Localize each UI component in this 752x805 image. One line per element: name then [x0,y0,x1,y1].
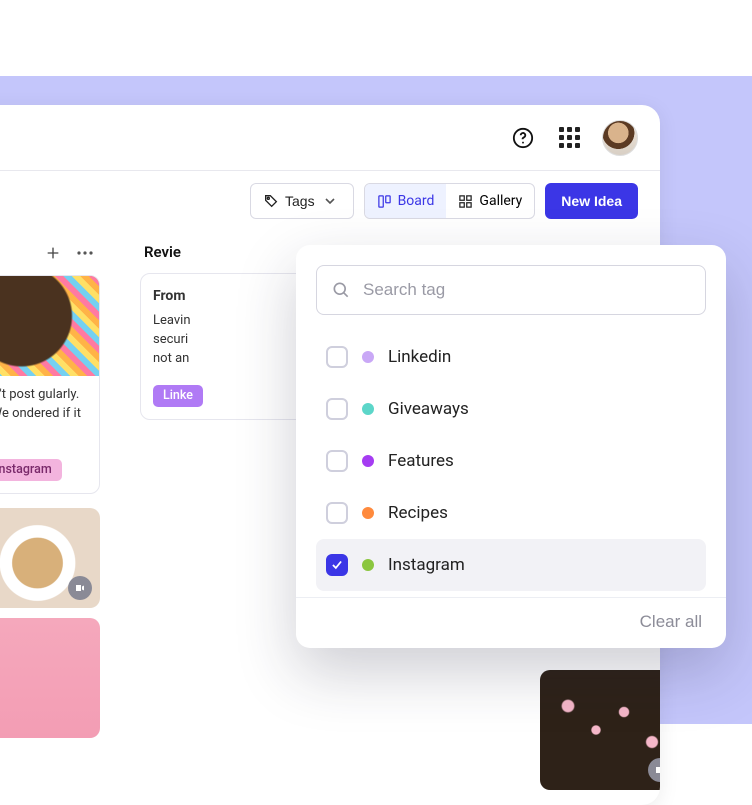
idea-card[interactable]: .6 percent of profiles didn't post gular… [0,275,100,494]
column-title: Revie [144,243,181,261]
tags-button[interactable]: Tags [250,183,354,219]
search-input[interactable] [363,280,691,300]
tag-color-dot [362,455,374,467]
tag-popover: Linkedin Giveaways Features Recipes Instagra… [296,245,726,648]
tags-label: Tags [285,193,315,209]
card-image [0,276,99,376]
column-more-icon[interactable] [74,251,96,255]
thumb-item[interactable] [0,618,100,738]
new-idea-label: New Idea [561,193,622,209]
card-text: .6 percent of profiles didn't post gular… [0,376,99,455]
video-badge-icon [648,758,660,782]
checkbox[interactable] [326,554,348,576]
column-progress: progress 3 .6 percent of profiles didn't… [0,237,100,738]
view-gallery-label: Gallery [479,193,522,209]
chevron-down-icon [325,196,335,206]
avatar[interactable] [602,120,638,156]
tag-row[interactable]: Recipes [316,487,706,539]
tag-row[interactable]: Features [316,435,706,487]
search-field[interactable] [316,265,706,315]
view-gallery[interactable]: Gallery [446,184,534,218]
thumb-item[interactable] [0,508,100,608]
tag-row[interactable]: Instagram [316,539,706,591]
checkbox[interactable] [326,346,348,368]
tag-list: Linkedin Giveaways Features Recipes Instagra… [296,325,726,597]
new-idea-button[interactable]: New Idea [545,183,638,219]
clear-all-button[interactable]: Clear all [640,612,702,632]
add-card-button[interactable] [42,245,64,261]
checkbox[interactable] [326,450,348,472]
tag-color-dot [362,403,374,415]
tag-label: Features [388,451,454,471]
tag-row[interactable]: Linkedin [316,331,706,383]
view-toggle: Board Gallery [364,183,536,219]
video-badge-icon [68,576,92,600]
tag-label: Linkedin [388,347,451,367]
tag-color-dot [362,559,374,571]
thumb-strip [540,670,660,805]
card-tags: eature Recipes Instagram [0,455,99,493]
tag-chip[interactable]: Linke [153,385,203,407]
help-icon[interactable] [510,125,536,151]
tag-row[interactable]: Giveaways [316,383,706,435]
view-board[interactable]: Board [365,184,447,218]
view-board-label: Board [398,193,435,209]
thumb-item[interactable] [540,670,660,790]
tag-chip[interactable]: Instagram [0,459,62,481]
apps-icon[interactable] [556,125,582,151]
topbar [0,105,660,171]
tag-color-dot [362,507,374,519]
tag-color-dot [362,351,374,363]
checkbox[interactable] [326,502,348,524]
thumb-grid [0,508,100,738]
checkbox[interactable] [326,398,348,420]
tag-label: Giveaways [388,399,469,419]
tag-label: Instagram [388,555,465,575]
tag-label: Recipes [388,503,448,523]
search-icon [331,280,351,300]
toolbar: Tags Board Gallery New Idea [0,171,660,237]
